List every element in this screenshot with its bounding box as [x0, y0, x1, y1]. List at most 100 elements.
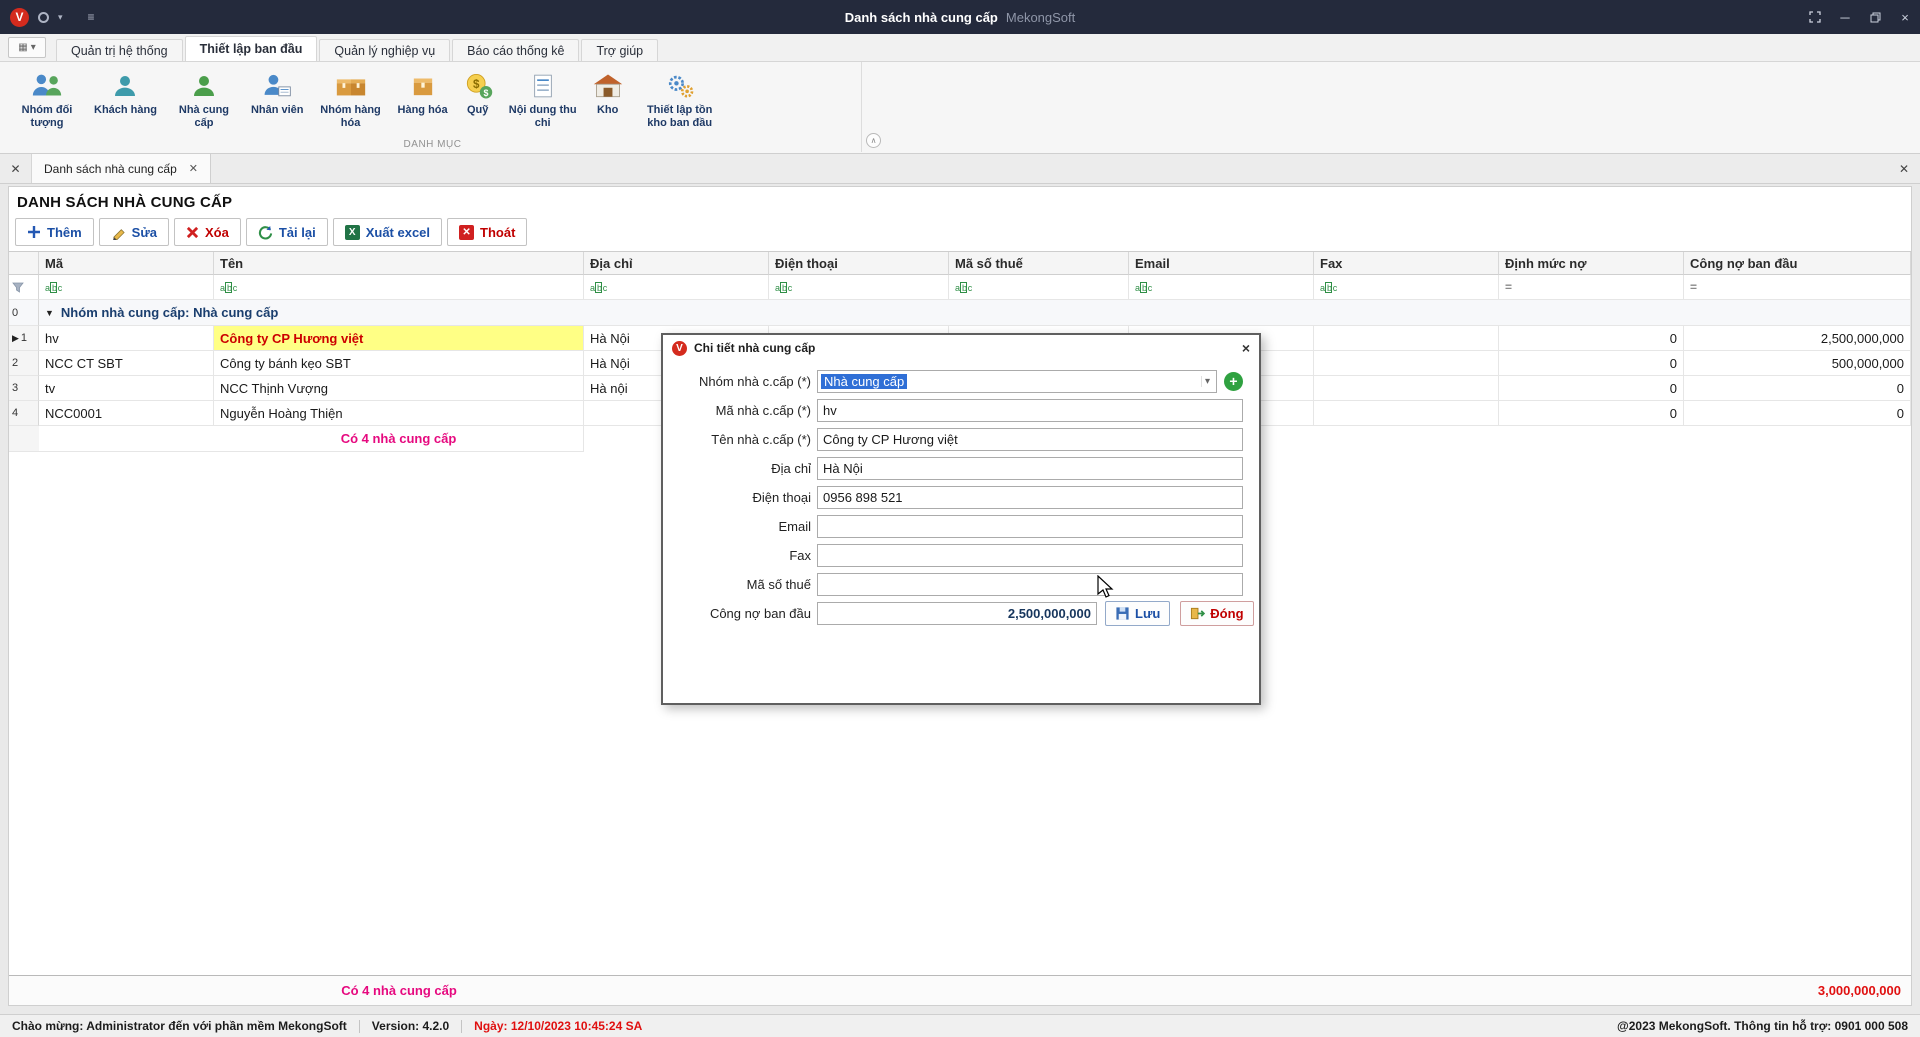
collapse-arrow-icon[interactable]: ▼ — [45, 308, 54, 318]
cell-fax[interactable] — [1314, 351, 1499, 376]
email-input[interactable] — [817, 515, 1243, 538]
ribbon-tab-system[interactable]: Quản trị hệ thống — [56, 39, 183, 61]
cell-ma[interactable]: hv — [39, 326, 214, 351]
address-input[interactable] — [817, 457, 1243, 480]
ribbon-tab-row: ▦▾ Quản trị hệ thống Thiết lập ban đầu Q… — [0, 34, 1920, 62]
column-header-fax[interactable]: Fax — [1314, 252, 1499, 275]
ribbon-item-funds[interactable]: $$ Quỹ — [454, 67, 502, 119]
group-row[interactable]: 0 ▼ Nhóm nhà cung cấp: Nhà cung cấp — [9, 300, 1911, 326]
ribbon-item-customers[interactable]: Khách hàng — [88, 67, 163, 119]
phone-input[interactable] — [817, 486, 1243, 509]
cell-cong-no-ban-dau[interactable]: 2,500,000,000 — [1684, 326, 1911, 351]
filter-cell-email[interactable]: abc — [1129, 275, 1314, 300]
ribbon-tab-reports[interactable]: Báo cáo thống kê — [452, 39, 579, 61]
cell-dinh-muc-no[interactable]: 0 — [1499, 401, 1684, 426]
cell-ten[interactable]: Nguyễn Hoàng Thiện — [214, 401, 584, 426]
filter-cell-cong-no-ban-dau[interactable]: = — [1684, 275, 1911, 300]
reload-button[interactable]: Tải lại — [246, 218, 328, 246]
ribbon-item-suppliers[interactable]: Nhà cung cấp — [163, 67, 245, 132]
cell-dinh-muc-no[interactable]: 0 — [1499, 376, 1684, 401]
minimize-button[interactable]: ─ — [1830, 0, 1860, 34]
ribbon: Nhóm đối tượng Khách hàng Nhà cung cấp — [0, 62, 1920, 154]
filter-cell-ma-so-thue[interactable]: abc — [949, 275, 1129, 300]
cell-ten-selected[interactable]: Công ty CP Hương việt — [214, 326, 584, 351]
quick-access-customize-icon[interactable]: ≡ — [88, 10, 95, 24]
dialog-titlebar[interactable]: V Chi tiết nhà cung cấp × — [663, 335, 1259, 361]
dialog-close-icon[interactable]: × — [1242, 340, 1250, 356]
delete-button[interactable]: Xóa — [174, 218, 241, 246]
row-indicator: 2 — [9, 351, 39, 376]
close-tab-icon[interactable]: ✕ — [189, 162, 198, 175]
column-header-dinh-muc-no[interactable]: Định mức nợ — [1499, 252, 1684, 275]
tax-code-input[interactable] — [817, 573, 1243, 596]
fit-screen-button[interactable] — [1800, 0, 1830, 34]
address-label: Địa chỉ — [671, 461, 811, 476]
svg-text:a: a — [775, 283, 780, 293]
ribbon-item-goods-groups[interactable]: Nhóm hàng hóa — [310, 67, 392, 132]
goods-icon — [405, 69, 441, 102]
column-header-cong-no-ban-dau[interactable]: Công nợ ban đầu — [1684, 252, 1911, 275]
svg-text:a: a — [955, 283, 960, 293]
save-button[interactable]: Lưu — [1105, 601, 1170, 626]
ribbon-item-goods[interactable]: Hàng hóa — [392, 67, 454, 119]
skin-selector-button[interactable]: ▦▾ — [8, 37, 46, 58]
supplier-code-input[interactable] — [817, 399, 1243, 422]
column-header-email[interactable]: Email — [1129, 252, 1314, 275]
document-tab-supplier-list[interactable]: Danh sách nhà cung cấp ✕ — [32, 154, 211, 183]
svg-text:b: b — [1327, 283, 1332, 293]
ribbon-item-object-groups[interactable]: Nhóm đối tượng — [6, 67, 88, 132]
cell-ma[interactable]: NCC CT SBT — [39, 351, 214, 376]
cell-ten[interactable]: NCC Thịnh Vượng — [214, 376, 584, 401]
filter-cell-dia-chi[interactable]: abc — [584, 275, 769, 300]
export-excel-button[interactable]: X Xuất excel — [333, 218, 442, 246]
filter-cell-dinh-muc-no[interactable]: = — [1499, 275, 1684, 300]
fax-input[interactable] — [817, 544, 1243, 567]
add-supplier-group-button[interactable]: + — [1224, 372, 1243, 391]
cell-fax[interactable] — [1314, 326, 1499, 351]
filter-cell-ma[interactable]: abc — [39, 275, 214, 300]
ribbon-item-warehouse[interactable]: Kho — [584, 67, 632, 119]
supplier-group-combobox[interactable]: Nhà cung cấp ▾ — [817, 370, 1217, 393]
ribbon-tab-help[interactable]: Trợ giúp — [581, 39, 658, 61]
column-header-ten[interactable]: Tên — [214, 252, 584, 275]
cell-ma[interactable]: NCC0001 — [39, 401, 214, 426]
floppy-disk-icon — [1115, 606, 1130, 621]
ribbon-item-income-expense[interactable]: Nội dung thu chi — [502, 67, 584, 132]
filter-cell-ten[interactable]: abc — [214, 275, 584, 300]
cell-cong-no-ban-dau[interactable]: 500,000,000 — [1684, 351, 1911, 376]
column-header-dien-thoai[interactable]: Điện thoại — [769, 252, 949, 275]
close-tab-icon[interactable]: ✕ — [1888, 154, 1920, 183]
cell-fax[interactable] — [1314, 376, 1499, 401]
cell-fax[interactable] — [1314, 401, 1499, 426]
close-tab-icon[interactable]: ✕ — [0, 154, 32, 183]
ribbon-item-initial-inventory[interactable]: Thiết lập tồn kho ban đầu — [632, 67, 728, 132]
filter-cell-fax[interactable]: abc — [1314, 275, 1499, 300]
cell-dinh-muc-no[interactable]: 0 — [1499, 351, 1684, 376]
add-button[interactable]: Thêm — [15, 218, 94, 246]
email-label: Email — [671, 519, 811, 534]
cell-cong-no-ban-dau[interactable]: 0 — [1684, 401, 1911, 426]
chevron-down-icon[interactable]: ▾ — [1201, 376, 1213, 387]
cell-ma[interactable]: tv — [39, 376, 214, 401]
filter-cell-dien-thoai[interactable]: abc — [769, 275, 949, 300]
edit-button[interactable]: Sửa — [99, 218, 169, 246]
opening-debt-input[interactable] — [817, 602, 1097, 625]
exit-button[interactable]: ✕ Thoát — [447, 218, 527, 246]
ribbon-tab-initial-setup[interactable]: Thiết lập ban đầu — [185, 36, 318, 61]
ribbon-tab-operations[interactable]: Quản lý nghiệp vụ — [319, 39, 450, 61]
column-header-dia-chi[interactable]: Địa chỉ — [584, 252, 769, 275]
column-header-ma[interactable]: Mã — [39, 252, 214, 275]
cell-ten[interactable]: Công ty bánh kẹo SBT — [214, 351, 584, 376]
supplier-name-input[interactable] — [817, 428, 1243, 451]
close-dialog-button[interactable]: Đóng — [1180, 601, 1253, 626]
maximize-button[interactable] — [1860, 0, 1890, 34]
close-button[interactable]: × — [1890, 0, 1920, 34]
ribbon-collapse-button[interactable]: ∧ — [866, 133, 881, 148]
chevron-down-icon[interactable]: ▾ — [58, 12, 63, 23]
ribbon-item-employees[interactable]: Nhân viên — [245, 67, 310, 119]
cell-dinh-muc-no[interactable]: 0 — [1499, 326, 1684, 351]
cell-cong-no-ban-dau[interactable]: 0 — [1684, 376, 1911, 401]
phone-label: Điện thoại — [671, 490, 811, 505]
column-header-ma-so-thue[interactable]: Mã số thuế — [949, 252, 1129, 275]
quick-access-icon[interactable] — [38, 12, 49, 23]
